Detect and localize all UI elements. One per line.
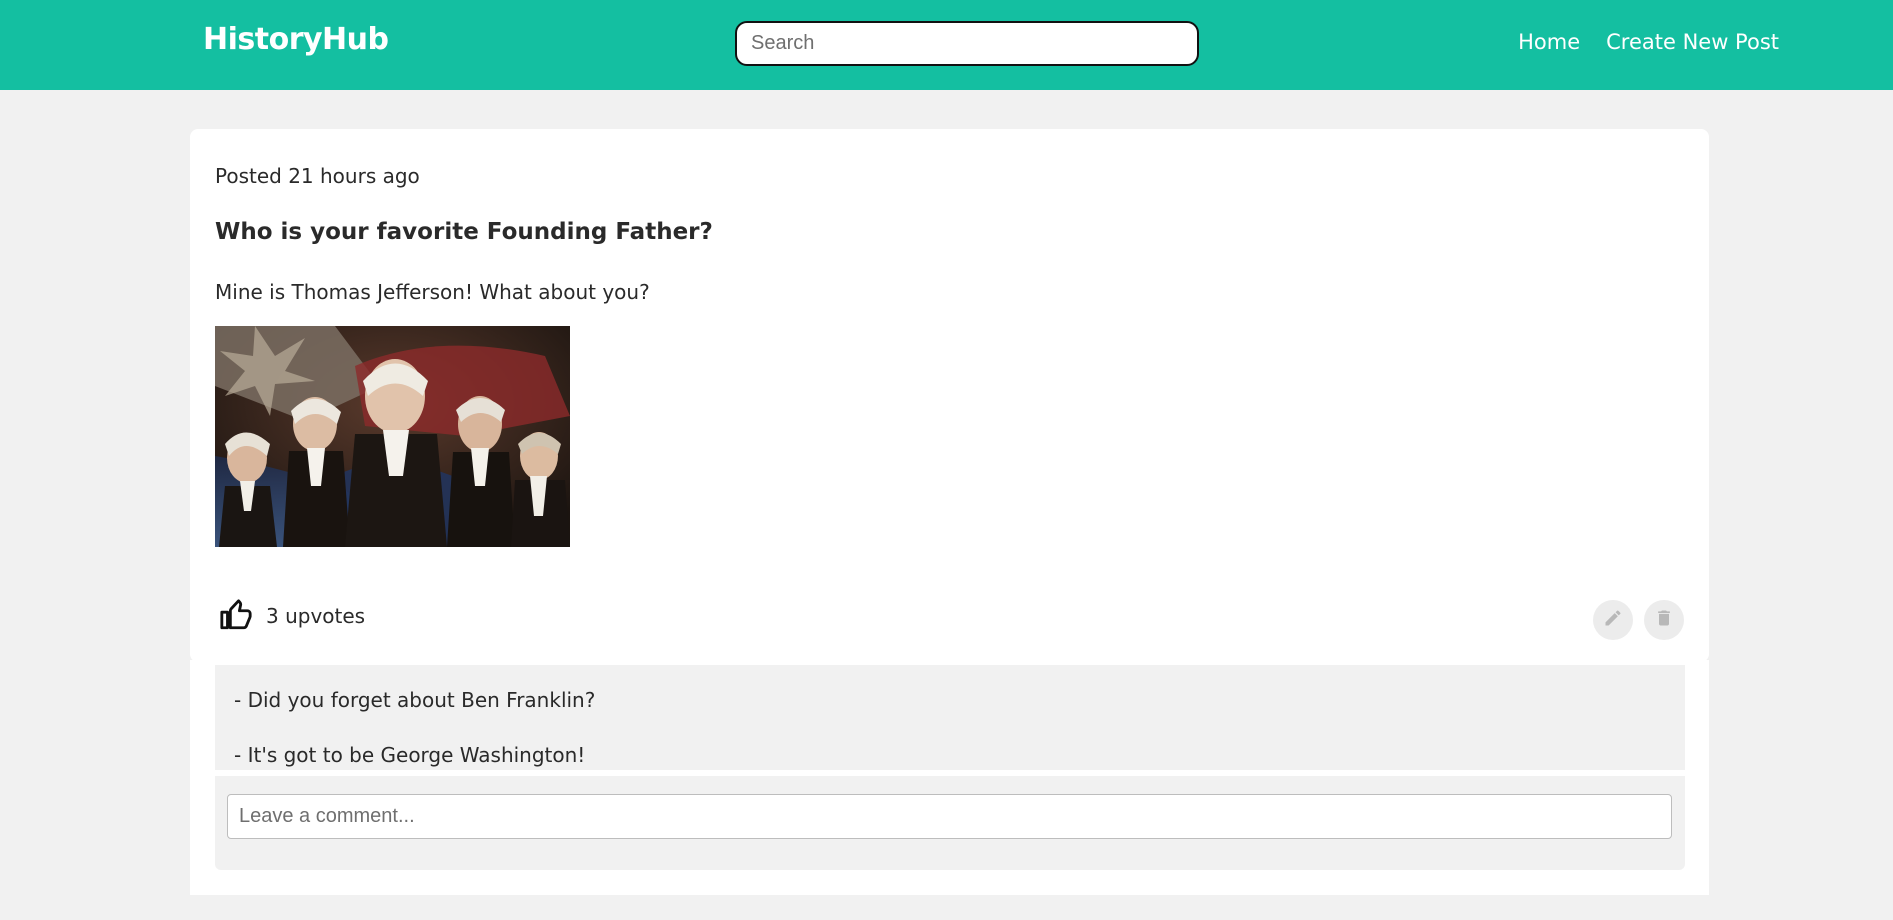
edit-button[interactable] bbox=[1593, 600, 1633, 640]
navbar: HistoryHub Home Create New Post bbox=[0, 0, 1893, 90]
post-body: Mine is Thomas Jefferson! What about you… bbox=[215, 280, 650, 304]
nav-create-post-link[interactable]: Create New Post bbox=[1606, 30, 1779, 54]
nav-links: Home Create New Post bbox=[1518, 30, 1779, 54]
post-title: Who is your favorite Founding Father? bbox=[215, 219, 713, 245]
post-timestamp: Posted 21 hours ago bbox=[215, 164, 420, 188]
trash-icon bbox=[1654, 608, 1674, 632]
upvote-count: 3 upvotes bbox=[266, 604, 366, 628]
comment-item: - It's got to be George Washington! bbox=[234, 743, 586, 767]
post-image bbox=[215, 326, 570, 547]
delete-button[interactable] bbox=[1644, 600, 1684, 640]
nav-home-link[interactable]: Home bbox=[1518, 30, 1580, 54]
brand-logo[interactable]: HistoryHub bbox=[203, 22, 389, 57]
comment-item: - Did you forget about Ben Franklin? bbox=[234, 688, 596, 712]
pencil-icon bbox=[1603, 608, 1623, 632]
search-input[interactable] bbox=[735, 21, 1199, 66]
thumbs-up-icon[interactable] bbox=[219, 598, 253, 632]
comment-input[interactable] bbox=[227, 794, 1672, 839]
